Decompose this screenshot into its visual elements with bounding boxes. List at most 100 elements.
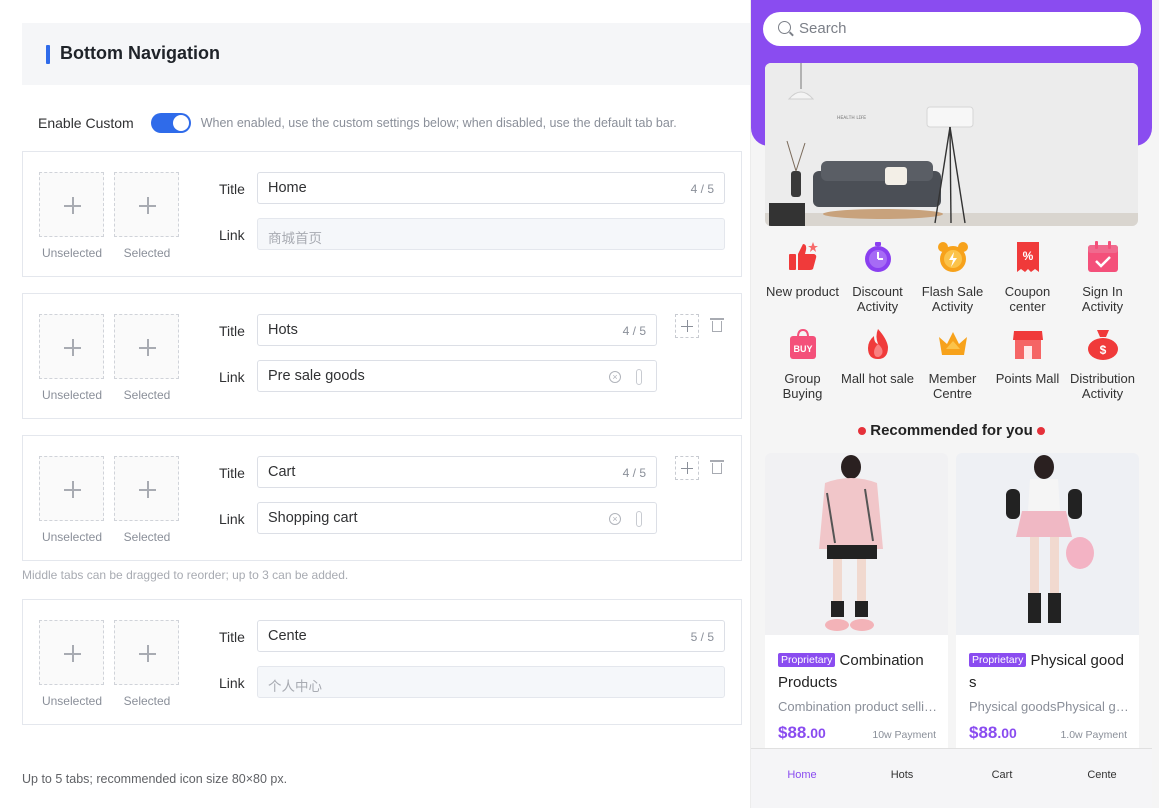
link-icon[interactable]	[636, 511, 642, 527]
selected-icon-upload[interactable]	[114, 456, 179, 521]
link-input: 个人中心	[257, 666, 725, 698]
bottom-nav-editor: Bottom Navigation Enable Custom When ena…	[0, 0, 757, 808]
unselected-icon-upload[interactable]	[39, 172, 104, 237]
search-placeholder: Search	[799, 20, 847, 37]
heart-icon	[858, 427, 867, 436]
coupon-icon: %	[1017, 242, 1039, 272]
unselected-caption: Unselected	[41, 694, 103, 708]
unselected-caption: Unselected	[41, 530, 103, 544]
product-desc: Physical goodsPhysical g…	[969, 699, 1129, 714]
title-value: Cente	[268, 628, 307, 644]
tabbar-item-cart[interactable]: Cart	[952, 769, 1052, 781]
calendar-check-icon	[1088, 241, 1118, 272]
shopping-bag-icon: BUY	[790, 328, 816, 359]
product-title: Proprietary Physical good s	[969, 652, 1124, 691]
link-label: Link	[219, 675, 245, 691]
grid-label: Coupon center	[1004, 284, 1051, 314]
title-label: Title	[219, 465, 245, 481]
selected-icon-upload[interactable]	[114, 172, 179, 237]
tabbar-item-cente[interactable]: Cente	[1052, 769, 1152, 781]
search-icon	[778, 21, 791, 34]
title-input[interactable]: Home 4 / 5	[257, 172, 725, 204]
toggle-knob	[172, 115, 189, 131]
title-value: Hots	[268, 322, 298, 338]
selected-icon-upload[interactable]	[114, 620, 179, 685]
grid-label: Member Centre	[928, 371, 977, 401]
unselected-caption: Unselected	[41, 388, 103, 402]
unselected-icon-upload[interactable]	[39, 314, 104, 379]
link-label: Link	[219, 369, 245, 385]
char-count: 5 / 5	[690, 630, 714, 644]
phone-preview: Search ʜᴇᴀʟᴛʜ ʟɪғᴇ New product Discount …	[750, 0, 1159, 808]
enable-custom-label: Enable Custom	[38, 115, 134, 131]
bottom-tab-bar: Home Hots Cart Cente	[751, 748, 1152, 808]
selected-caption: Selected	[123, 388, 171, 402]
section-header: Bottom Navigation	[22, 23, 757, 85]
grid-label: Flash Sale Activity	[921, 284, 984, 314]
char-count: 4 / 5	[622, 324, 646, 338]
heart-icon	[1036, 427, 1045, 436]
link-value: 个人中心	[268, 679, 322, 694]
unselected-icon-upload[interactable]	[39, 620, 104, 685]
enable-custom-hint: When enabled, use the custom settings be…	[200, 116, 677, 130]
grid-label: New product	[766, 284, 839, 299]
grid-label: Discount Activity	[852, 284, 903, 314]
product-sold: 10w Payment	[872, 729, 936, 741]
delete-icon[interactable]	[710, 460, 724, 474]
clear-icon[interactable]: ×	[609, 371, 621, 383]
crown-icon	[939, 332, 967, 355]
char-count: 4 / 5	[622, 466, 646, 480]
drag-handle-icon[interactable]	[675, 456, 699, 480]
clear-icon[interactable]: ×	[609, 513, 621, 525]
tab-limit-note: Up to 5 tabs; recommended icon size 80×8…	[22, 772, 288, 786]
recommended-title: Recommended for you	[751, 422, 1152, 439]
product-card[interactable]: Proprietary Combination Products Combina…	[765, 453, 948, 753]
selected-caption: Selected	[123, 694, 171, 708]
banner-wall-text: ʜᴇᴀʟᴛʜ ʟɪғᴇ	[837, 115, 866, 121]
title-value: Cart	[268, 464, 296, 480]
product-sold: 1.0w Payment	[1060, 729, 1127, 741]
product-image	[956, 453, 1139, 635]
title-label: Title	[219, 629, 245, 645]
link-value: 商城首页	[268, 231, 322, 246]
link-input[interactable]: Shopping cart ×	[257, 502, 657, 534]
delete-icon[interactable]	[710, 318, 724, 332]
grid-label: Sign In Activity	[1081, 284, 1124, 314]
tabbar-item-home[interactable]: Home	[752, 769, 852, 781]
product-card[interactable]: Proprietary Physical good s Physical goo…	[956, 453, 1139, 753]
product-desc: Combination product selli…	[778, 699, 937, 714]
thumbs-up-icon	[789, 242, 818, 270]
flame-icon	[868, 329, 888, 359]
enable-custom-row: Enable Custom When enabled, use the cust…	[38, 112, 677, 134]
title-input[interactable]: Cart 4 / 5	[257, 456, 657, 488]
alarm-clock-icon	[938, 242, 968, 272]
search-bar[interactable]: Search	[763, 12, 1141, 46]
grid-label: Group Buying	[782, 371, 823, 401]
tabbar-item-hots[interactable]: Hots	[852, 769, 952, 781]
tab-card-cart: Unselected Selected Title Cart 4 / 5 Lin…	[22, 435, 742, 561]
product-title: Proprietary Combination Products	[778, 652, 924, 691]
proprietary-badge: Proprietary	[778, 653, 836, 667]
svg-text:%: %	[1023, 249, 1034, 263]
selected-icon-upload[interactable]	[114, 314, 179, 379]
product-image	[765, 453, 948, 635]
title-label: Title	[219, 323, 245, 339]
link-input: 商城首页	[257, 218, 725, 250]
money-bag-icon: $	[1088, 330, 1118, 360]
grid-label: Distribution Activity	[1069, 371, 1136, 401]
unselected-caption: Unselected	[41, 246, 103, 260]
living-room-illustration: ʜᴇᴀʟᴛʜ ʟɪғᴇ	[765, 63, 1138, 226]
link-label: Link	[219, 227, 245, 243]
drag-handle-icon[interactable]	[675, 314, 699, 338]
svg-text:BUY: BUY	[793, 344, 812, 354]
link-value: Shopping cart	[268, 510, 358, 526]
link-input[interactable]: Pre sale goods ×	[257, 360, 657, 392]
unselected-icon-upload[interactable]	[39, 456, 104, 521]
grid-label: Mall hot sale	[841, 371, 914, 386]
title-input[interactable]: Hots 4 / 5	[257, 314, 657, 346]
title-value: Home	[268, 180, 307, 196]
title-input[interactable]: Cente 5 / 5	[257, 620, 725, 652]
link-icon[interactable]	[636, 369, 642, 385]
banner-image[interactable]: ʜᴇᴀʟᴛʜ ʟɪғᴇ	[765, 63, 1138, 226]
enable-custom-toggle[interactable]	[150, 113, 191, 133]
